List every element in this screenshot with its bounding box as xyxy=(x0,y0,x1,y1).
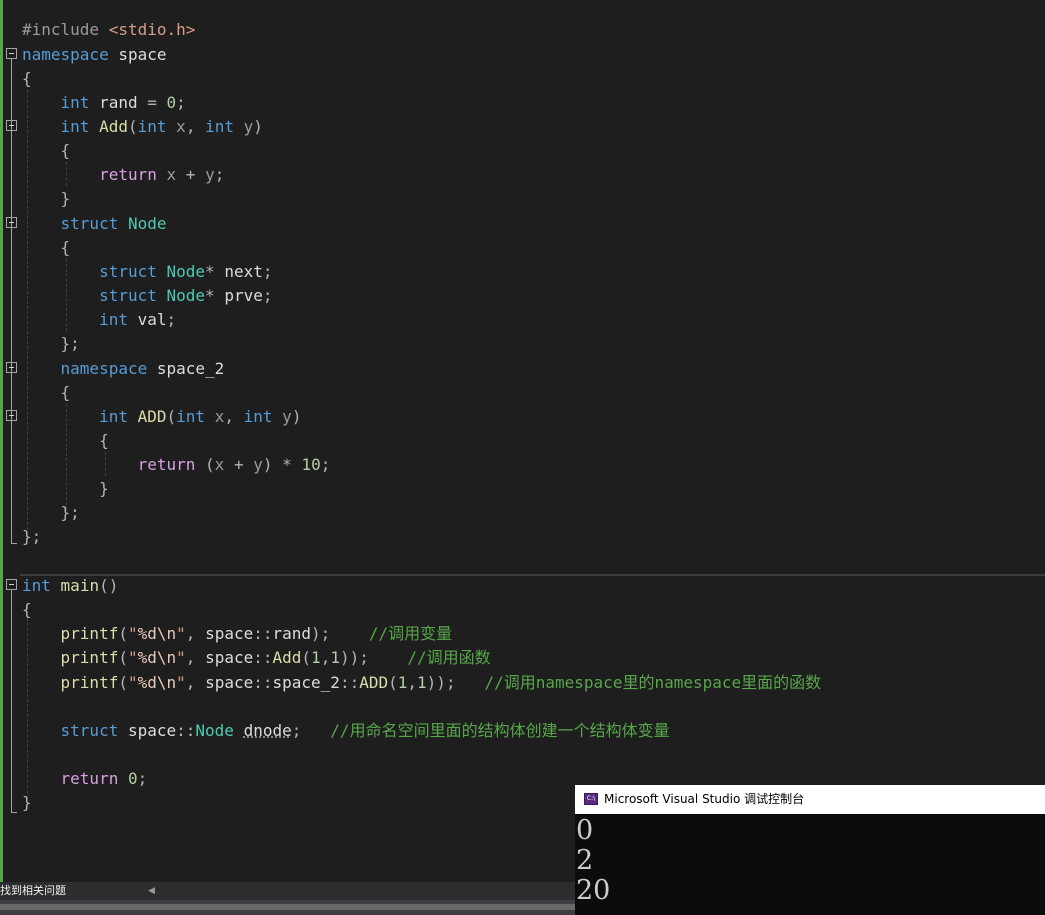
collapse-main-icon[interactable] xyxy=(6,579,17,590)
code-line: } xyxy=(60,189,71,208)
find-related-issues-link[interactable]: 找到相关问题 xyxy=(0,883,66,899)
code-line: { xyxy=(60,383,71,402)
code-line: { xyxy=(99,431,109,450)
code-line: int Add(int x, int y) xyxy=(60,117,263,136)
code-editor[interactable]: #include <stdio.h> namespace space { int… xyxy=(0,0,1045,882)
outline-line xyxy=(11,590,12,812)
code-line: }; xyxy=(60,334,80,353)
console-output-line: 0 xyxy=(576,815,594,846)
console-output-line: 20 xyxy=(576,875,611,906)
console-title-bar[interactable]: C:\ Microsoft Visual Studio 调试控制台 xyxy=(575,785,1045,814)
code-line: namespace space xyxy=(22,45,167,64)
code-line: { xyxy=(60,238,71,257)
code-line: { xyxy=(22,600,32,619)
code-line: }; xyxy=(60,503,80,522)
code-line: return (x + y) * 10; xyxy=(137,455,331,474)
outline-end xyxy=(11,812,17,813)
code-line: struct space::Node dnode; //用命名空间里面的结构体创… xyxy=(60,721,670,740)
console-output-line: 2 xyxy=(576,845,594,876)
code-line: return x + y; xyxy=(99,165,225,184)
code-line: printf("%d\n", space::space_2::ADD(1,1))… xyxy=(60,673,822,692)
current-line-border xyxy=(20,574,1045,576)
collapse-add-upper-function-icon[interactable] xyxy=(6,410,17,421)
code-line: }; xyxy=(22,527,42,546)
debug-console-window[interactable]: C:\ Microsoft Visual Studio 调试控制台 0 2 20 xyxy=(575,785,1045,915)
scroll-left-arrow-icon[interactable]: ◀ xyxy=(148,885,160,897)
console-title: Microsoft Visual Studio 调试控制台 xyxy=(604,792,805,806)
code-line: #include <stdio.h> xyxy=(22,20,196,39)
console-app-icon: C:\ xyxy=(584,793,598,805)
collapse-namespace-space-icon[interactable] xyxy=(6,48,17,59)
change-indicator-bar xyxy=(0,0,3,882)
code-line: } xyxy=(22,793,32,812)
outline-line xyxy=(11,59,12,543)
code-line: return 0; xyxy=(60,769,148,788)
code-line: int val; xyxy=(99,310,177,329)
code-line: struct Node* next; xyxy=(99,262,273,281)
collapse-namespace-space2-icon[interactable] xyxy=(6,362,17,373)
code-line: int ADD(int x, int y) xyxy=(99,407,302,426)
code-line: } xyxy=(99,479,109,498)
horizontal-scrollbar-thumb[interactable] xyxy=(0,904,575,910)
code-line: struct Node* prve; xyxy=(99,286,273,305)
code-line: printf("%d\n", space::rand); //调用变量 xyxy=(60,624,453,643)
code-line: { xyxy=(60,141,71,160)
outline-end xyxy=(11,543,17,544)
collapse-struct-node-icon[interactable] xyxy=(6,217,17,228)
code-line: int rand = 0; xyxy=(60,93,186,112)
code-line: { xyxy=(22,69,32,88)
code-line: namespace space_2 xyxy=(60,359,225,378)
code-line: struct Node xyxy=(60,214,167,233)
code-line: printf("%d\n", space::Add(1,1)); //调用函数 xyxy=(60,648,491,667)
collapse-add-function-icon[interactable] xyxy=(6,120,17,131)
code-line: int main() xyxy=(22,576,119,595)
